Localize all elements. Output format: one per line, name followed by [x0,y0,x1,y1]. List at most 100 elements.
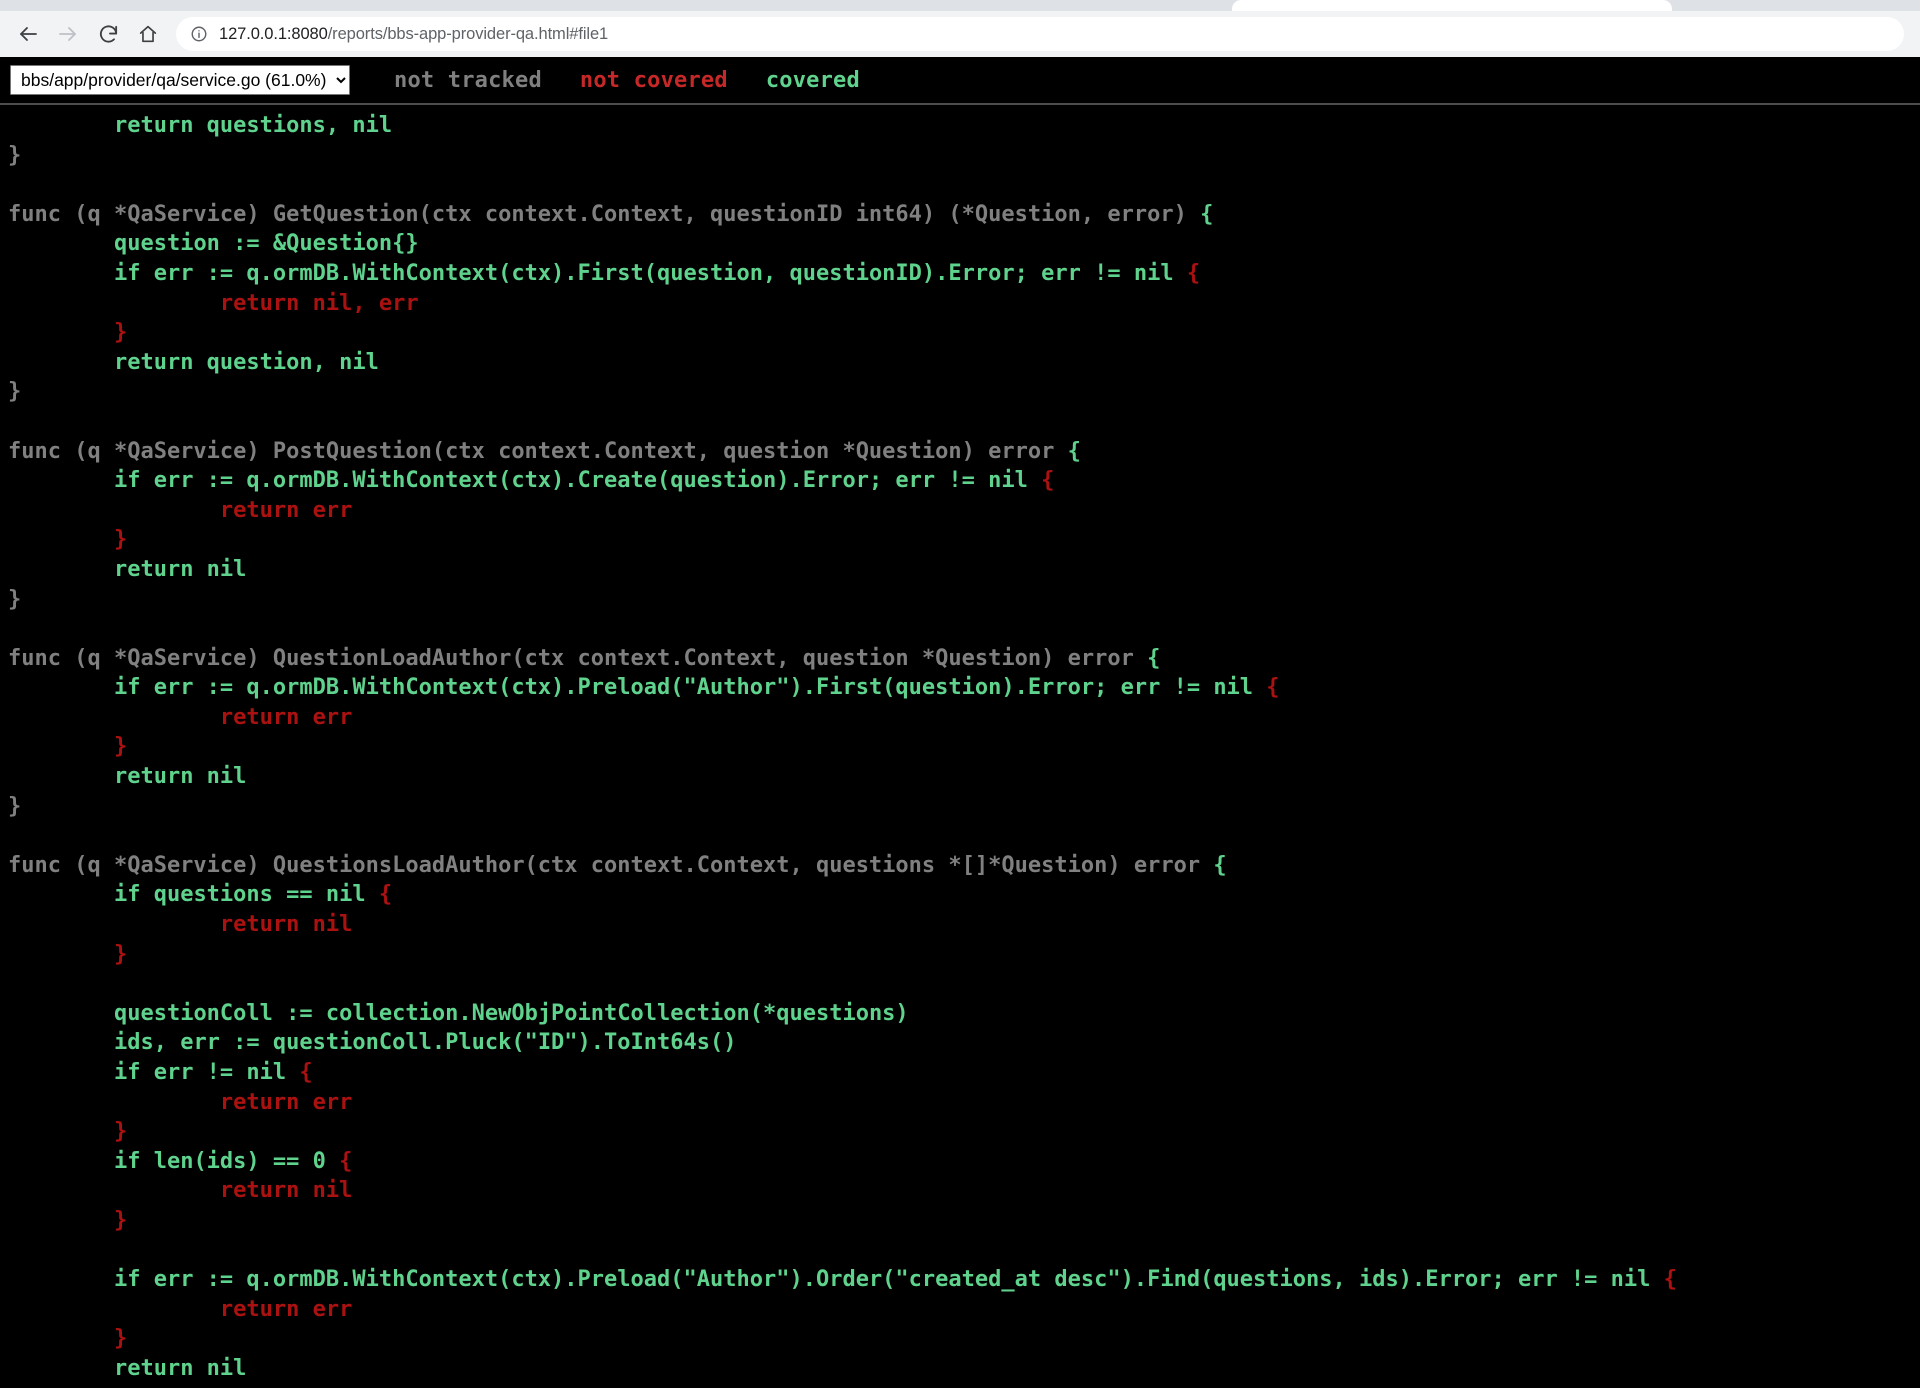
file-select[interactable]: bbs/app/provider/qa/service.go (61.0%) [10,65,350,95]
code-segment: { [1186,260,1201,286]
code-segment: return err [219,1089,353,1115]
coverage-report-header: bbs/app/provider/qa/service.go (61.0%) n… [0,57,1920,105]
code-segment: { [378,882,393,908]
code-segment: return err [219,497,353,523]
code-segment: func (q *QaService) PostQuestion(ctx con… [8,438,1068,464]
legend-covered: covered [765,67,860,93]
code-segment: } [8,379,22,405]
code-segment: if err := q.ormDB.WithContext(ctx).Prelo… [113,675,1267,701]
browser-tab-active[interactable] [1232,0,1672,11]
code-segment: } [8,793,22,819]
code-segment: return question, nil [113,349,379,375]
code-segment: func (q *QaService) QuestionsLoadAuthor(… [8,852,1214,878]
address-bar[interactable]: 127.0.0.1:8080/reports/bbs-app-provider-… [176,17,1904,51]
code-segment: question := &Question{} [113,231,419,257]
code-segment: if err := q.ormDB.WithContext(ctx).Creat… [113,468,1042,494]
coverage-legend: not tracked not covered covered [394,68,860,93]
code-segment: if len(ids) == 0 [113,1148,340,1174]
code-segment: } [113,941,128,967]
code-segment: } [8,586,22,612]
browser-toolbar: 127.0.0.1:8080/reports/bbs-app-provider-… [0,11,1920,57]
code-segment: { [1266,675,1280,701]
code-segment: { [1147,645,1161,671]
code-segment: return nil [219,1178,353,1204]
code-segment: return nil [113,556,247,582]
reload-button[interactable] [88,14,128,54]
code-segment: } [113,1207,128,1233]
code-segment: func (q *QaService) QuestionLoadAuthor(c… [8,645,1148,671]
code-segment: if err := q.ormDB.WithContext(ctx).Prelo… [113,1267,1664,1293]
home-icon [137,23,159,45]
code-segment: { [1067,438,1081,464]
legend-not-covered: not covered [579,67,728,93]
arrow-right-icon [56,22,80,46]
code-pane[interactable]: return questions, nil } func (q *QaServi… [0,105,1920,1388]
code-segment: { [1200,201,1214,227]
url-path: /reports/bbs-app-provider-qa.html#file1 [327,24,609,43]
code-segment: } [113,527,128,553]
code-segment: return err [219,1296,353,1322]
legend-not-tracked: not tracked [394,67,542,93]
reload-icon [97,23,120,46]
code-segment: if questions == nil [113,882,379,908]
arrow-left-icon [16,22,40,46]
code-segment: { [299,1060,313,1085]
forward-button[interactable] [48,14,88,54]
code-segment: } [8,142,22,168]
source-code: return questions, nil } func (q *QaServi… [0,111,1920,1384]
code-segment: ids, err := questionColl.Pluck("ID").ToI… [113,1030,737,1056]
code-segment: } [113,1326,128,1352]
tab-strip [0,0,1920,11]
site-info-icon[interactable] [190,25,208,43]
browser-tab-inactive[interactable] [1676,2,1920,11]
code-segment: return nil [219,912,353,938]
back-button[interactable] [8,14,48,54]
browser-chrome: 127.0.0.1:8080/reports/bbs-app-provider-… [0,0,1920,57]
code-segment: } [113,734,128,760]
code-segment: } [113,320,128,346]
code-segment: { [1213,852,1227,878]
code-segment: if err != nil [113,1060,300,1085]
home-button[interactable] [128,14,168,54]
code-segment: return err [219,704,353,730]
url-host: 127.0.0.1:8080 [219,24,328,43]
code-segment: { [1663,1267,1677,1293]
code-segment: return nil, err [219,290,419,316]
code-segment: return questions, nil [113,113,393,138]
code-segment: { [339,1148,353,1174]
code-segment: } [113,1119,128,1145]
code-segment: questionColl := collection.NewObjPointCo… [113,1000,909,1026]
code-segment: { [1041,468,1055,494]
code-segment: return nil [113,1355,247,1381]
code-segment: return nil [113,764,247,790]
